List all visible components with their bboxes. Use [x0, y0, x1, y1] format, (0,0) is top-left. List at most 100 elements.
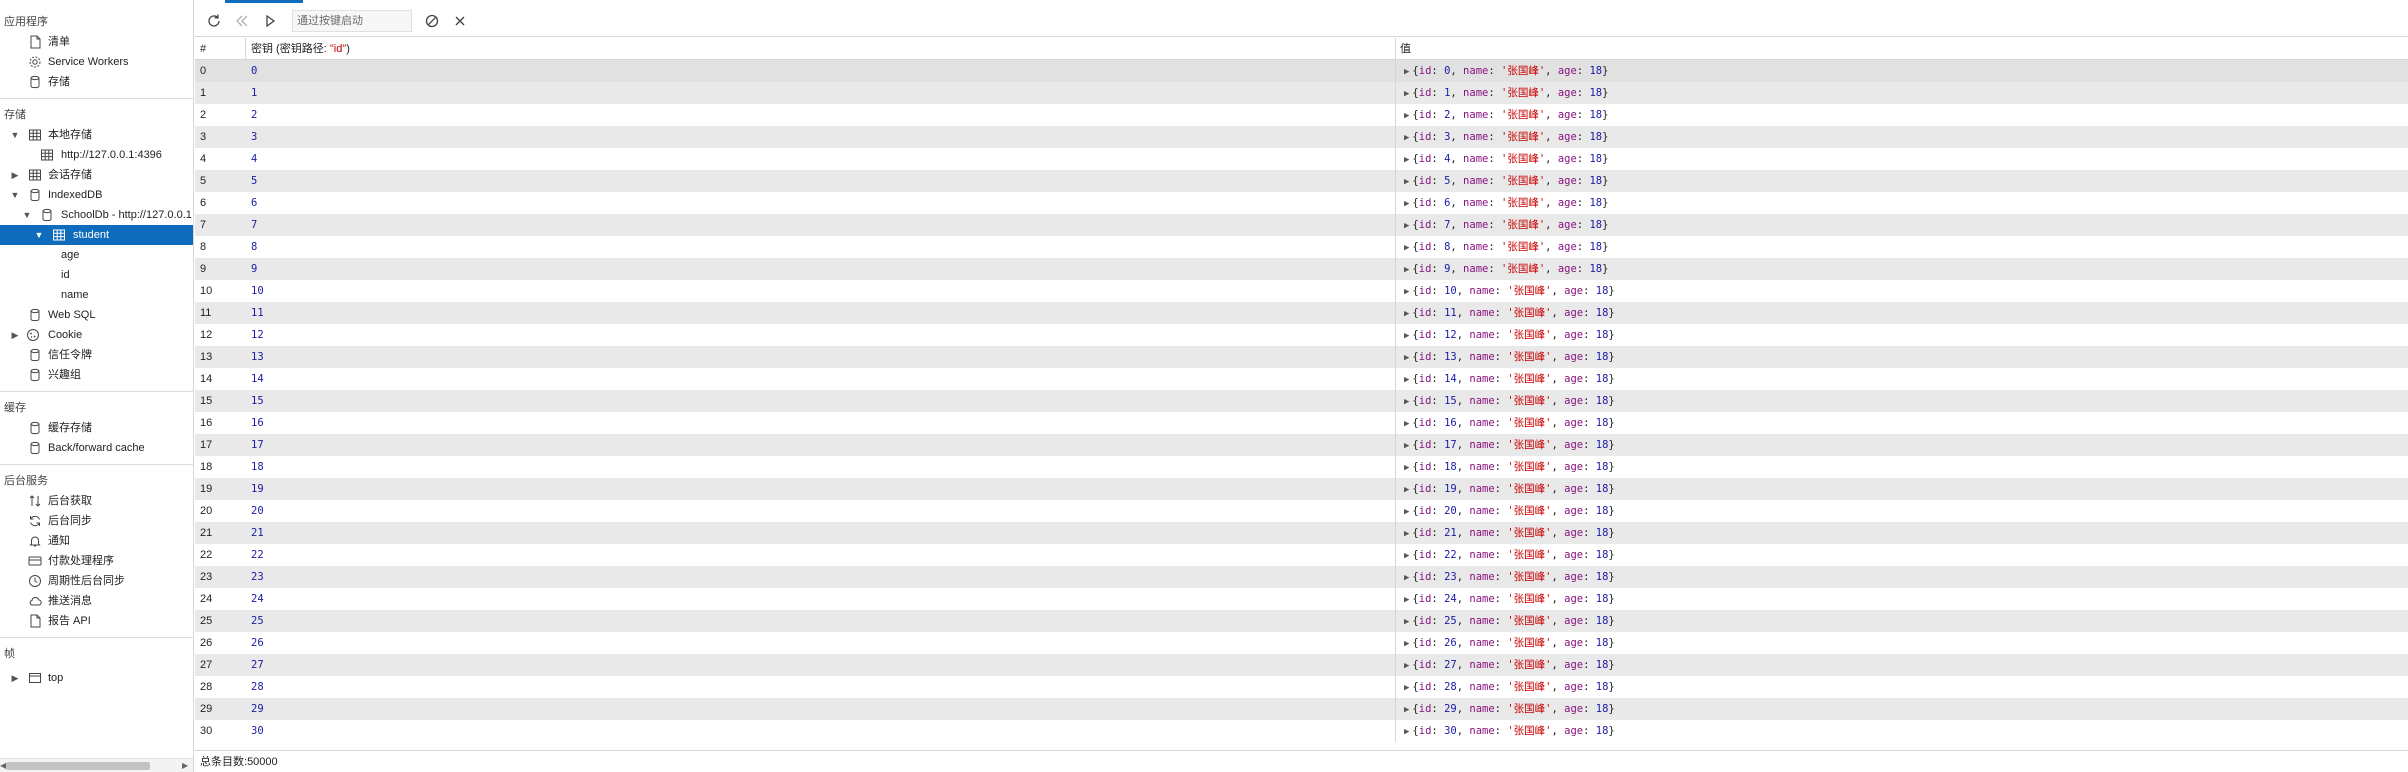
row-value[interactable]: ▶ {id: 20, name: '张国峰', age: 18} [1404, 500, 1615, 523]
table-row[interactable]: 15 15 ▶ {id: 15, name: '张国峰', age: 18} [195, 390, 2408, 412]
expand-arrow-icon[interactable]: ▶ [1404, 199, 1409, 209]
sidebar-item-database[interactable]: ▼ SchoolDb - http://127.0.0.1 [0, 205, 193, 225]
table-row[interactable]: 10 10 ▶ {id: 10, name: '张国峰', age: 18} [195, 280, 2408, 302]
refresh-button[interactable] [203, 11, 225, 31]
column-header-key[interactable]: 密钥 (密钥路径: "id") [251, 38, 350, 60]
table-row[interactable]: 5 5 ▶ {id: 5, name: '张国峰', age: 18} [195, 170, 2408, 192]
expand-arrow-icon[interactable]: ▶ [1404, 705, 1409, 715]
sidebar-item-index[interactable]: name [0, 285, 193, 305]
expand-arrow-icon[interactable]: ▶ [1404, 243, 1409, 253]
row-value[interactable]: ▶ {id: 5, name: '张国峰', age: 18} [1404, 170, 1608, 193]
expand-arrow-icon[interactable]: ▶ [1404, 67, 1409, 77]
sidebar-item-notifications[interactable]: 通知 [0, 531, 193, 551]
sidebar-item-local-storage-origin[interactable]: http://127.0.0.1:4396 [0, 145, 193, 165]
sidebar-item-indexeddb[interactable]: ▼ IndexedDB [0, 185, 193, 205]
row-value[interactable]: ▶ {id: 23, name: '张国峰', age: 18} [1404, 566, 1615, 589]
expanded-arrow-icon[interactable]: ▼ [33, 225, 45, 245]
sidebar-item-background-sync[interactable]: 后台同步 [0, 511, 193, 531]
sidebar-item-index[interactable]: age [0, 245, 193, 265]
table-row[interactable]: 12 12 ▶ {id: 12, name: '张国峰', age: 18} [195, 324, 2408, 346]
sidebar-item-session-storage[interactable]: ▶ 会话存储 [0, 165, 193, 185]
sidebar-item-cache-storage[interactable]: 缓存存储 [0, 418, 193, 438]
scroll-right-icon[interactable]: ▶ [182, 759, 188, 772]
expanded-arrow-icon[interactable]: ▼ [21, 205, 33, 225]
row-value[interactable]: ▶ {id: 3, name: '张国峰', age: 18} [1404, 126, 1608, 149]
expand-arrow-icon[interactable]: ▶ [1404, 309, 1409, 319]
table-row[interactable]: 13 13 ▶ {id: 13, name: '张国峰', age: 18} [195, 346, 2408, 368]
expand-arrow-icon[interactable]: ▶ [1404, 573, 1409, 583]
table-row[interactable]: 26 26 ▶ {id: 26, name: '张国峰', age: 18} [195, 632, 2408, 654]
table-row[interactable]: 24 24 ▶ {id: 24, name: '张国峰', age: 18} [195, 588, 2408, 610]
sidebar-item-periodic-sync[interactable]: 周期性后台同步 [0, 571, 193, 591]
table-row[interactable]: 17 17 ▶ {id: 17, name: '张国峰', age: 18} [195, 434, 2408, 456]
table-row[interactable]: 2 2 ▶ {id: 2, name: '张国峰', age: 18} [195, 104, 2408, 126]
table-row[interactable]: 18 18 ▶ {id: 18, name: '张国峰', age: 18} [195, 456, 2408, 478]
column-divider[interactable] [245, 38, 246, 60]
scrollbar-thumb[interactable] [6, 762, 150, 770]
table-row[interactable]: 20 20 ▶ {id: 20, name: '张国峰', age: 18} [195, 500, 2408, 522]
delete-selected-button[interactable] [449, 11, 471, 31]
expand-arrow-icon[interactable]: ▶ [1404, 441, 1409, 451]
row-value[interactable]: ▶ {id: 24, name: '张国峰', age: 18} [1404, 588, 1615, 611]
sidebar-item-bfcache[interactable]: Back/forward cache [0, 438, 193, 458]
table-row[interactable]: 0 0 ▶ {id: 0, name: '张国峰', age: 18} [195, 60, 2408, 82]
expand-arrow-icon[interactable]: ▶ [1404, 639, 1409, 649]
column-header-value[interactable]: 值 [1400, 38, 1411, 60]
table-row[interactable]: 29 29 ▶ {id: 29, name: '张国峰', age: 18} [195, 698, 2408, 720]
expanded-arrow-icon[interactable]: ▼ [9, 185, 21, 205]
expand-arrow-icon[interactable]: ▶ [1404, 155, 1409, 165]
sidebar-item-push-messaging[interactable]: 推送消息 [0, 591, 193, 611]
sidebar-item-payment-handler[interactable]: 付款处理程序 [0, 551, 193, 571]
expand-arrow-icon[interactable]: ▶ [1404, 529, 1409, 539]
next-page-button[interactable] [259, 11, 281, 31]
expand-arrow-icon[interactable]: ▶ [1404, 89, 1409, 99]
expand-arrow-icon[interactable]: ▶ [1404, 727, 1409, 737]
row-value[interactable]: ▶ {id: 29, name: '张国峰', age: 18} [1404, 698, 1615, 721]
row-value[interactable]: ▶ {id: 25, name: '张国峰', age: 18} [1404, 610, 1615, 633]
table-row[interactable]: 1 1 ▶ {id: 1, name: '张国峰', age: 18} [195, 82, 2408, 104]
row-value[interactable]: ▶ {id: 13, name: '张国峰', age: 18} [1404, 346, 1615, 369]
row-value[interactable]: ▶ {id: 9, name: '张国峰', age: 18} [1404, 258, 1608, 281]
table-row[interactable]: 9 9 ▶ {id: 9, name: '张国峰', age: 18} [195, 258, 2408, 280]
collapsed-arrow-icon[interactable]: ▶ [9, 668, 21, 688]
table-row[interactable]: 14 14 ▶ {id: 14, name: '张国峰', age: 18} [195, 368, 2408, 390]
sidebar-item-index[interactable]: id [0, 265, 193, 285]
sidebar-item-background-fetch[interactable]: 后台获取 [0, 491, 193, 511]
row-value[interactable]: ▶ {id: 15, name: '张国峰', age: 18} [1404, 390, 1615, 413]
expand-arrow-icon[interactable]: ▶ [1404, 133, 1409, 143]
row-value[interactable]: ▶ {id: 2, name: '张国峰', age: 18} [1404, 104, 1608, 127]
row-value[interactable]: ▶ {id: 17, name: '张国峰', age: 18} [1404, 434, 1615, 457]
table-row[interactable]: 8 8 ▶ {id: 8, name: '张国峰', age: 18} [195, 236, 2408, 258]
expanded-arrow-icon[interactable]: ▼ [9, 125, 21, 145]
sidebar-item-cookie[interactable]: ▶ Cookie [0, 325, 193, 345]
sidebar-item-top-frame[interactable]: ▶ top [0, 668, 193, 688]
expand-arrow-icon[interactable]: ▶ [1404, 419, 1409, 429]
table-row[interactable]: 11 11 ▶ {id: 11, name: '张国峰', age: 18} [195, 302, 2408, 324]
expand-arrow-icon[interactable]: ▶ [1404, 397, 1409, 407]
row-value[interactable]: ▶ {id: 22, name: '张国峰', age: 18} [1404, 544, 1615, 567]
expand-arrow-icon[interactable]: ▶ [1404, 177, 1409, 187]
row-value[interactable]: ▶ {id: 12, name: '张国峰', age: 18} [1404, 324, 1615, 347]
expand-arrow-icon[interactable]: ▶ [1404, 507, 1409, 517]
row-value[interactable]: ▶ {id: 27, name: '张国峰', age: 18} [1404, 654, 1615, 677]
table-row[interactable]: 21 21 ▶ {id: 21, name: '张国峰', age: 18} [195, 522, 2408, 544]
row-value[interactable]: ▶ {id: 19, name: '张国峰', age: 18} [1404, 478, 1615, 501]
sidebar-horizontal-scrollbar[interactable]: ◀ ▶ [0, 758, 193, 772]
sidebar-item-reporting-api[interactable]: 报告 API [0, 611, 193, 631]
sidebar-item-manifest[interactable]: 清单 [0, 32, 193, 52]
expand-arrow-icon[interactable]: ▶ [1404, 265, 1409, 275]
row-value[interactable]: ▶ {id: 4, name: '张国峰', age: 18} [1404, 148, 1608, 171]
expand-arrow-icon[interactable]: ▶ [1404, 683, 1409, 693]
table-row[interactable]: 4 4 ▶ {id: 4, name: '张国峰', age: 18} [195, 148, 2408, 170]
row-value[interactable]: ▶ {id: 7, name: '张国峰', age: 18} [1404, 214, 1608, 237]
expand-arrow-icon[interactable]: ▶ [1404, 287, 1409, 297]
collapsed-arrow-icon[interactable]: ▶ [9, 325, 21, 345]
previous-page-button[interactable] [231, 11, 253, 31]
row-value[interactable]: ▶ {id: 16, name: '张国峰', age: 18} [1404, 412, 1615, 435]
row-value[interactable]: ▶ {id: 11, name: '张国峰', age: 18} [1404, 302, 1615, 325]
sidebar-item-service-workers[interactable]: Service Workers [0, 52, 193, 72]
table-row[interactable]: 16 16 ▶ {id: 16, name: '张国峰', age: 18} [195, 412, 2408, 434]
start-from-key-input[interactable] [292, 10, 412, 32]
row-value[interactable]: ▶ {id: 0, name: '张国峰', age: 18} [1404, 60, 1608, 83]
sidebar-item-local-storage[interactable]: ▼ 本地存储 [0, 125, 193, 145]
